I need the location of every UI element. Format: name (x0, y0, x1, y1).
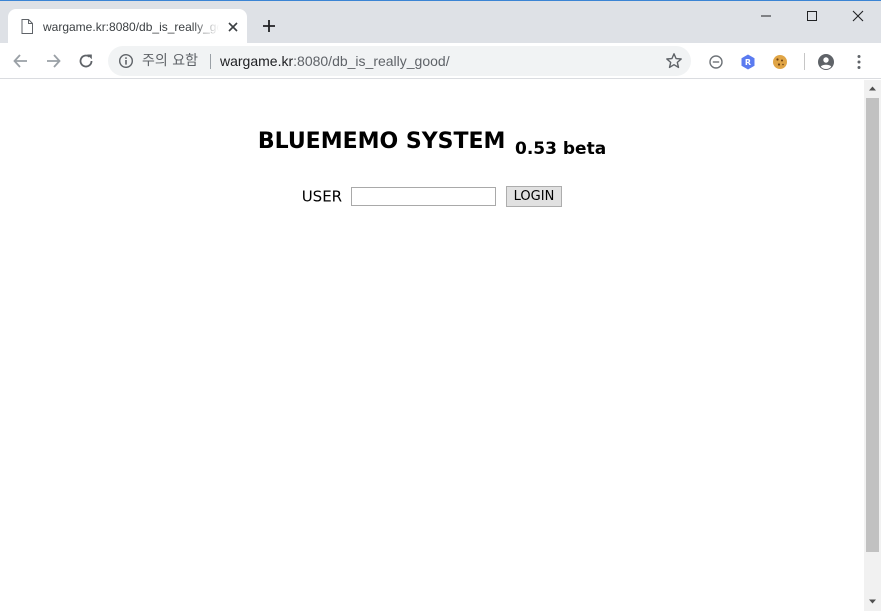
browser-tab[interactable]: wargame.kr:8080/db_is_really_good/ (8, 9, 247, 44)
maximize-icon[interactable] (797, 6, 827, 26)
scrollbar-thumb[interactable] (866, 98, 879, 552)
block-extension-icon[interactable] (707, 53, 725, 71)
vertical-scrollbar[interactable] (864, 80, 881, 611)
login-form: USER LOGIN (0, 186, 864, 207)
url-host: wargame.kr (220, 53, 294, 69)
tab-close-icon[interactable] (225, 19, 241, 35)
cookie-extension-icon[interactable] (771, 53, 789, 71)
svg-text:R: R (745, 58, 751, 67)
page-content: BLUEMEMO SYSTEM 0.53 beta USER LOGIN (0, 80, 864, 611)
account-icon[interactable] (817, 53, 835, 71)
title-version: 0.53 beta (515, 139, 607, 159)
info-icon[interactable] (118, 53, 134, 69)
star-icon[interactable] (665, 52, 683, 70)
more-vert-icon[interactable] (850, 53, 868, 71)
title-main: BLUEMEMO SYSTEM (257, 129, 506, 154)
document-icon (21, 19, 33, 34)
omnibox-separator (210, 54, 211, 69)
page-title: BLUEMEMO SYSTEM 0.53 beta (0, 129, 864, 159)
scroll-up-arrow-icon[interactable] (868, 84, 877, 93)
scroll-down-arrow-icon[interactable] (868, 597, 877, 606)
url-path: :8080/db_is_really_good/ (293, 53, 450, 69)
user-input[interactable] (350, 187, 496, 206)
back-arrow-icon[interactable] (11, 51, 31, 71)
browser-toolbar: 주의 요함 wargame.kr:8080/db_is_really_good/… (0, 43, 881, 79)
security-label[interactable]: 주의 요함 (142, 52, 198, 70)
url-text[interactable]: wargame.kr:8080/db_is_really_good/ (220, 52, 450, 70)
window-close-icon[interactable] (843, 6, 873, 26)
address-bar[interactable]: 주의 요함 wargame.kr:8080/db_is_really_good/ (108, 46, 691, 76)
toolbar-separator (804, 53, 805, 70)
tab-title: wargame.kr:8080/db_is_really_good/ (43, 20, 219, 34)
forward-arrow-icon[interactable] (43, 51, 63, 71)
hexagon-extension-icon[interactable]: R (739, 53, 757, 71)
reload-icon[interactable] (76, 51, 96, 71)
tab-strip: wargame.kr:8080/db_is_really_good/ (0, 0, 881, 44)
minimize-icon[interactable] (751, 6, 781, 26)
login-button[interactable]: LOGIN (505, 186, 563, 207)
user-label: USER (301, 187, 343, 206)
new-tab-plus-icon[interactable] (259, 16, 279, 36)
